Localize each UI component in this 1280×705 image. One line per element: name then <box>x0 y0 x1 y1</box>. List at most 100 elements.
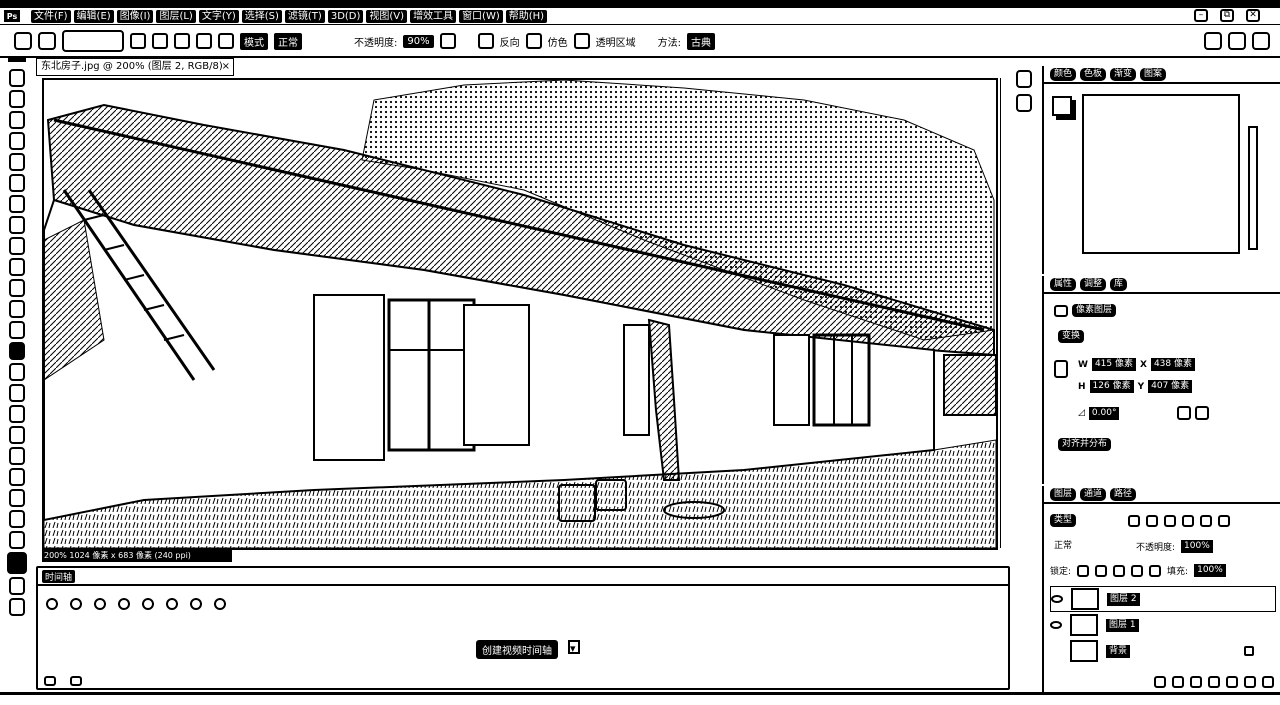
gradient-preview[interactable] <box>62 30 124 52</box>
lock-position-icon[interactable] <box>1113 564 1126 577</box>
create-video-dropdown[interactable]: ▾ <box>568 640 580 655</box>
lasso-tool-icon[interactable] <box>9 132 25 150</box>
create-video-timeline-button[interactable]: 创建视频时间轴 <box>476 640 558 659</box>
lock-pixels-icon[interactable] <box>1095 564 1108 577</box>
menu-plugins[interactable]: 增效工具 <box>410 9 457 23</box>
dodge-tool-icon[interactable] <box>9 384 25 402</box>
link-layers-icon[interactable] <box>1154 676 1166 688</box>
comments-panel-icon[interactable] <box>1016 94 1032 112</box>
layer-row[interactable]: 背景 <box>1050 638 1276 664</box>
zoom-tool-icon[interactable] <box>9 510 25 528</box>
render-icon[interactable] <box>70 676 82 686</box>
layer-row[interactable]: 图层 1 <box>1050 612 1276 638</box>
layer-row[interactable]: 图层 2 <box>1050 586 1276 612</box>
quick-mask-icon[interactable] <box>9 577 25 595</box>
align-distribute-label[interactable]: 对齐并分布 <box>1058 438 1112 451</box>
layer-name[interactable]: 图层 2 <box>1107 592 1140 606</box>
filter-toggle-icon[interactable] <box>1218 514 1231 527</box>
reflected-gradient-icon[interactable] <box>196 33 212 49</box>
filter-pixel-icon[interactable] <box>1128 514 1141 527</box>
tab-libraries[interactable]: 库 <box>1110 277 1128 291</box>
document-canvas[interactable] <box>42 78 998 550</box>
diamond-gradient-icon[interactable] <box>218 33 234 49</box>
method-select[interactable]: 古典 <box>686 32 715 50</box>
minimize-button[interactable]: – <box>1194 9 1208 22</box>
tab-swatches[interactable]: 色板 <box>1080 67 1107 81</box>
hue-slider[interactable] <box>1248 126 1258 250</box>
fill-input[interactable]: 100% <box>1194 564 1226 577</box>
adjustment-layer-icon[interactable] <box>1208 676 1220 688</box>
filter-adjustment-icon[interactable] <box>1146 514 1159 527</box>
blur-tool-icon[interactable] <box>9 363 25 381</box>
clone-stamp-tool-icon[interactable] <box>9 279 25 297</box>
move-tool-icon[interactable] <box>9 69 25 87</box>
panels-scrollbar[interactable] <box>1268 66 1278 566</box>
group-icon[interactable] <box>1226 676 1238 688</box>
menu-help[interactable]: 帮助(H) <box>505 9 548 23</box>
menu-layer[interactable]: 图层(L) <box>156 9 196 23</box>
tab-channels[interactable]: 通道 <box>1080 487 1107 501</box>
healing-brush-tool-icon[interactable] <box>9 237 25 255</box>
timeline-title[interactable]: 时间轴 <box>42 569 76 583</box>
add-mask-icon[interactable] <box>1190 676 1202 688</box>
hand-tool-icon[interactable] <box>9 489 25 507</box>
tab-gradients[interactable]: 渐变 <box>1110 67 1137 81</box>
menu-filter[interactable]: 滤镜(T) <box>284 9 325 23</box>
workspace-icon[interactable] <box>1228 32 1246 50</box>
eyedropper-tool-icon[interactable] <box>9 216 25 234</box>
menu-select[interactable]: 选择(S) <box>241 9 282 23</box>
toolbox-grip[interactable] <box>8 58 26 62</box>
transparency-checkbox[interactable] <box>573 33 590 49</box>
marquee-tool-icon[interactable] <box>9 111 25 129</box>
tab-properties[interactable]: 属性 <box>1050 277 1077 291</box>
quick-select-tool-icon[interactable] <box>9 153 25 171</box>
foreground-color-swatch[interactable] <box>1052 96 1072 116</box>
y-input[interactable]: 407 像素 <box>1148 380 1193 393</box>
menu-window[interactable]: 窗口(W) <box>459 9 503 23</box>
path-select-tool-icon[interactable] <box>9 447 25 465</box>
filter-type-icon[interactable] <box>1164 514 1177 527</box>
canvas-vertical-scrollbar[interactable] <box>1000 78 1006 548</box>
layer-filter-select[interactable]: 类型 <box>1050 514 1077 527</box>
width-input[interactable]: 415 像素 <box>1091 358 1136 371</box>
history-brush-tool-icon[interactable] <box>9 300 25 318</box>
flip-vertical-icon[interactable] <box>1195 406 1210 420</box>
visibility-eye-icon[interactable] <box>1051 595 1063 603</box>
tab-adjustments[interactable]: 调整 <box>1080 277 1107 291</box>
menu-edit[interactable]: 编辑(E) <box>73 9 114 23</box>
angle-input[interactable]: 0.00° <box>1088 406 1120 420</box>
tab-color[interactable]: 颜色 <box>1050 67 1077 81</box>
menu-file[interactable]: 文件(F) <box>31 9 71 23</box>
tab-layers[interactable]: 图层 <box>1050 487 1077 501</box>
previous-frame-icon[interactable] <box>70 598 82 610</box>
convert-frames-icon[interactable] <box>44 676 56 686</box>
radial-gradient-icon[interactable] <box>152 33 168 49</box>
mode-select[interactable]: 正常 <box>274 32 302 50</box>
restore-button[interactable]: ⧉ <box>1220 9 1234 22</box>
layer-name[interactable]: 图层 1 <box>1106 618 1139 632</box>
document-tab[interactable]: 东北房子.jpg @ 200% (图层 2, RGB/8) × <box>36 58 234 76</box>
shape-tool-icon[interactable] <box>9 468 25 486</box>
type-tool-icon[interactable] <box>9 426 25 444</box>
brush-tool-icon[interactable] <box>9 258 25 276</box>
dither-checkbox[interactable] <box>525 33 542 49</box>
play-icon[interactable] <box>94 598 106 610</box>
opacity-dropdown-icon[interactable] <box>439 33 456 49</box>
delete-layer-icon[interactable] <box>1262 676 1274 688</box>
color-picker-field[interactable] <box>1082 94 1240 254</box>
search-icon[interactable] <box>1204 32 1222 50</box>
settings-icon[interactable] <box>166 598 178 610</box>
filter-shape-icon[interactable] <box>1182 514 1195 527</box>
tab-paths[interactable]: 路径 <box>1110 487 1137 501</box>
first-frame-icon[interactable] <box>46 598 58 610</box>
flip-horizontal-icon[interactable] <box>1177 406 1192 420</box>
lock-transparent-icon[interactable] <box>1077 564 1090 577</box>
next-frame-icon[interactable] <box>118 598 130 610</box>
audio-icon[interactable] <box>142 598 154 610</box>
artboard-tool-icon[interactable] <box>9 90 25 108</box>
menu-3d[interactable]: 3D(D) <box>327 9 364 23</box>
height-input[interactable]: 126 像素 <box>1089 380 1134 393</box>
eraser-tool-icon[interactable] <box>9 321 25 339</box>
layer-style-icon[interactable] <box>1172 676 1184 688</box>
lock-all-icon[interactable] <box>1149 564 1162 577</box>
